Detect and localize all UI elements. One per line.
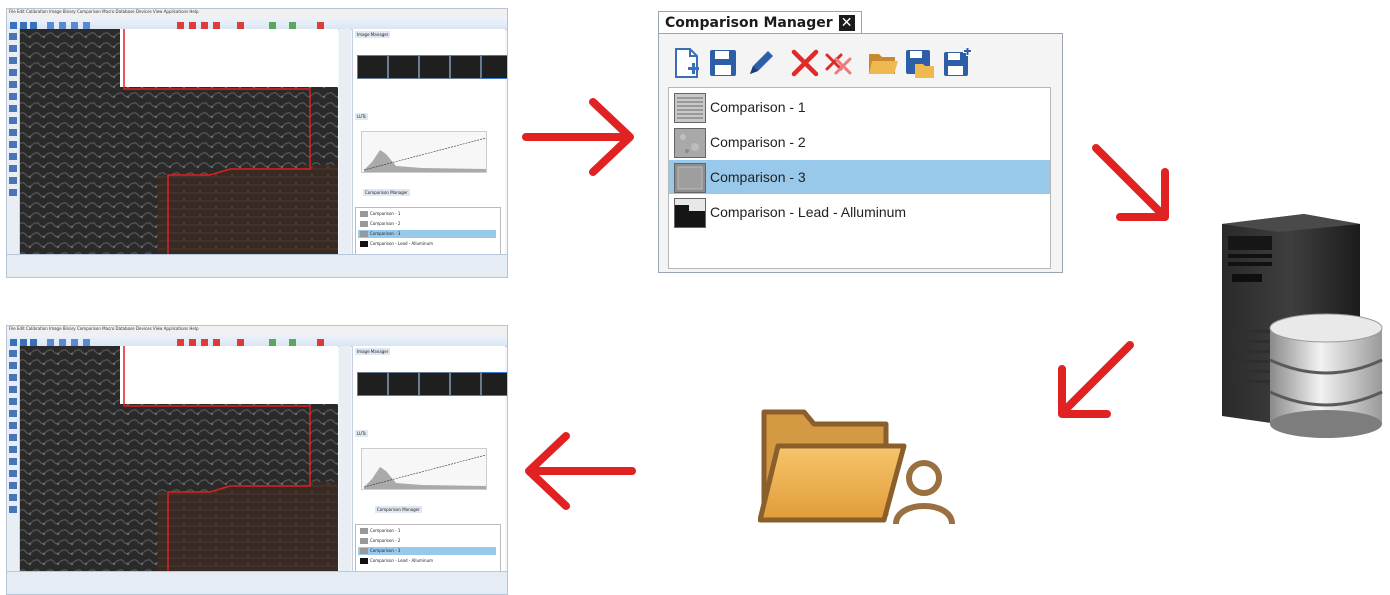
server-database-icon	[1222, 214, 1383, 438]
arrow-left-icon	[525, 432, 636, 510]
user-icon	[893, 460, 955, 525]
arrow-down-left-icon	[1058, 341, 1134, 418]
flow-arrows	[522, 98, 1169, 510]
arrow-right-icon	[522, 98, 634, 176]
arrow-down-right-icon	[1092, 144, 1169, 221]
database-cylinder	[1269, 313, 1383, 438]
user-folder-icon	[758, 409, 955, 525]
